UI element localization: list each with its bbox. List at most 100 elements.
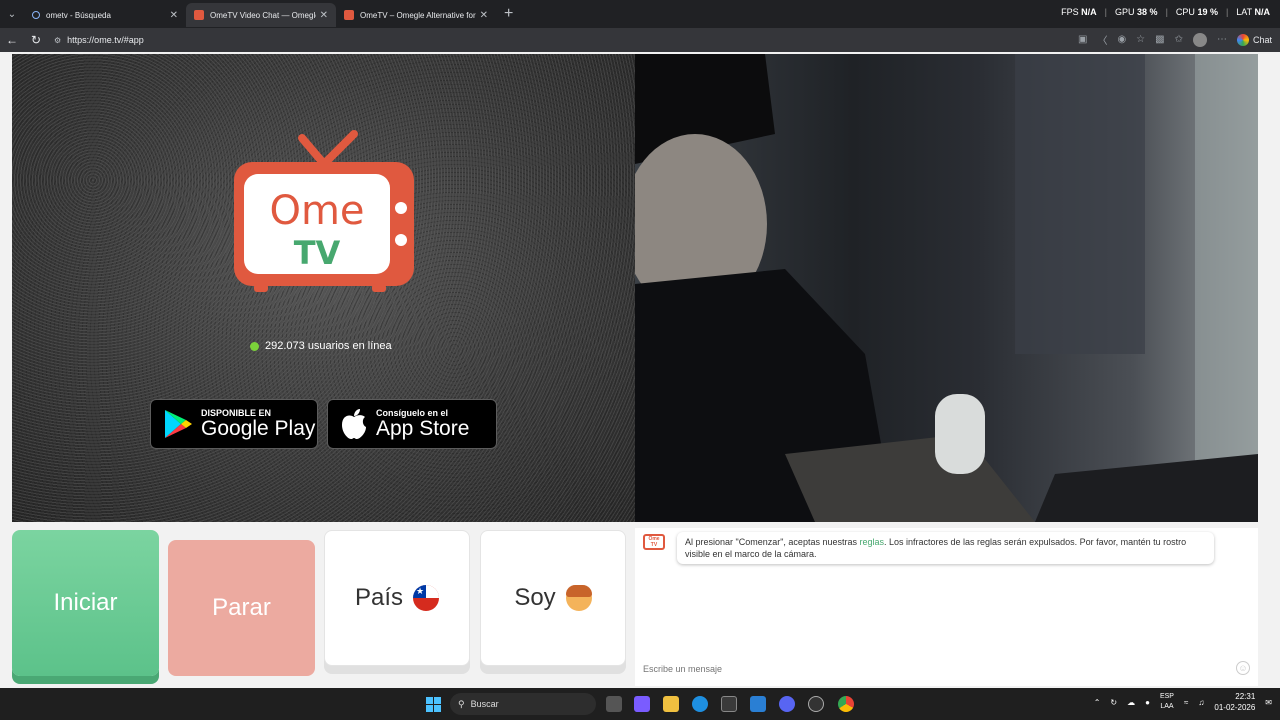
google-play-icon	[165, 410, 192, 438]
ometv-favicon-icon	[344, 10, 354, 20]
camera-permission-icon[interactable]: ◉	[1117, 34, 1126, 45]
site-info-icon[interactable]: ⚙	[54, 36, 61, 45]
close-tab-icon[interactable]: ✕	[170, 10, 178, 21]
sidebar-icon[interactable]: ▩	[1155, 34, 1164, 45]
search-favicon-icon	[32, 11, 40, 19]
rules-notice-message: Al presionar "Comenzar", aceptas nuestra…	[677, 532, 1214, 564]
tray-chevron-icon[interactable]: ⌃	[1094, 698, 1101, 707]
new-tab-plus-icon[interactable]: +	[504, 5, 513, 23]
google-play-badge[interactable]: DISPONIBLE EN Google Play	[150, 399, 318, 449]
tab-title: OmeTV – Omegle Alternative for	[360, 10, 476, 20]
tab-title: ometv - Búsqueda	[46, 10, 111, 20]
gender-label: Soy	[514, 584, 556, 611]
close-tab-icon[interactable]: ✕	[480, 10, 488, 21]
self-camera-video	[635, 54, 1258, 522]
ometv-logo-icon: Ome TV	[234, 130, 414, 292]
close-tab-icon[interactable]: ✕	[320, 10, 328, 21]
chrome-icon[interactable]	[838, 696, 854, 712]
country-button[interactable]: País ★	[324, 530, 470, 666]
logo-tv-text: TV	[294, 234, 341, 272]
search-label: Buscar	[470, 699, 499, 709]
lat-label: LAT	[1236, 7, 1252, 17]
online-counter: 292.073 usuarios en línea	[250, 340, 392, 352]
tab-ometv-video-chat[interactable]: OmeTV Video Chat — Omegle ✕	[186, 3, 336, 27]
translate-icon[interactable]: 〈	[1097, 32, 1107, 47]
volume-icon[interactable]: ♫	[1198, 698, 1204, 707]
steam-icon[interactable]	[808, 696, 824, 712]
fps-value: N/A	[1081, 7, 1097, 17]
google-play-big: Google Play	[201, 417, 316, 440]
webcam-feed	[635, 54, 1258, 522]
address-bar: ← ↻ ⚙ https://ome.tv/#app ▣ 〈 ◉ ☆ ▩ ✩ ⋯ …	[0, 28, 1280, 52]
message-input[interactable]	[635, 656, 1258, 682]
stop-button[interactable]: Parar	[168, 540, 315, 676]
more-menu-icon[interactable]: ⋯	[1217, 34, 1227, 45]
rules-link[interactable]: reglas	[859, 537, 884, 547]
fps-label: FPS	[1061, 7, 1079, 17]
onedrive-icon[interactable]: ☁	[1127, 698, 1135, 707]
gender-button[interactable]: Soy	[480, 530, 626, 666]
online-status-icon	[250, 341, 259, 351]
lat-value: N/A	[1254, 7, 1271, 17]
chile-flag-icon: ★	[413, 585, 440, 611]
discord-icon[interactable]	[779, 696, 795, 712]
windows-taskbar: ⚲ Buscar ⌃ ↻ ☁ ● ESP LAA ≈ ♫ 22:31 01-02…	[0, 688, 1280, 720]
lang-bottom: LAA	[1160, 703, 1174, 710]
sync-icon[interactable]: ↻	[1110, 698, 1117, 707]
wifi-icon[interactable]: ≈	[1184, 698, 1188, 707]
tab-title: OmeTV Video Chat — Omegle	[210, 10, 316, 20]
tab-ometv-busqueda[interactable]: ometv - Búsqueda ✕	[24, 3, 186, 27]
microphone-icon[interactable]: ●	[1145, 698, 1150, 707]
app-store-big: App Store	[376, 417, 470, 440]
taskbar-search[interactable]: ⚲ Buscar	[450, 693, 596, 715]
url-field[interactable]: ⚙ https://ome.tv/#app	[54, 35, 144, 45]
toolbar-right: ▣ 〈 ◉ ☆ ▩ ✩ ⋯ Chat	[1078, 32, 1272, 47]
store-icon[interactable]	[721, 696, 737, 712]
reload-icon[interactable]: ↻	[24, 33, 48, 47]
back-arrow-icon[interactable]: ←	[0, 33, 24, 47]
country-label: País	[354, 584, 404, 611]
mail-icon[interactable]	[750, 696, 766, 712]
clock-time: 22:31	[1235, 692, 1256, 701]
bookmark-star-icon[interactable]: ☆	[1136, 34, 1145, 45]
gpu-value: 38 %	[1137, 7, 1158, 17]
gpu-label: GPU	[1115, 7, 1135, 17]
chat-panel: Ome TV Al presionar "Comenzar", aceptas n…	[635, 528, 1258, 686]
clock[interactable]: 22:31 01-02-2026	[1214, 691, 1255, 713]
boy-emoji-icon	[565, 585, 592, 611]
lang-top: ESP	[1159, 693, 1174, 700]
performance-overlay: FPS N/A | GPU 38 % | CPU 19 % | LAT N/A	[1061, 7, 1270, 17]
copilot-app-icon[interactable]	[634, 696, 650, 712]
url-text: https://ome.tv/#app	[67, 35, 144, 45]
page-scrollbar[interactable]	[1270, 52, 1278, 688]
file-explorer-icon[interactable]	[663, 696, 679, 712]
tab-list-chevron-icon[interactable]: ⌄	[0, 0, 24, 28]
tab-ometv-alternative[interactable]: OmeTV – Omegle Alternative for ✕	[336, 3, 496, 27]
clock-date: 01-02-2026	[1214, 703, 1256, 712]
ometv-favicon-icon	[194, 10, 204, 20]
search-icon: ⚲	[458, 698, 465, 709]
stop-label: Parar	[212, 594, 271, 621]
browser-tab-bar: ⌄ ometv - Búsqueda ✕ OmeTV Video Chat — …	[0, 0, 1280, 28]
edge-icon[interactable]	[692, 696, 708, 712]
notifications-icon[interactable]: ✉	[1265, 698, 1272, 707]
copilot-chat-button[interactable]: Chat	[1236, 33, 1272, 46]
install-app-icon[interactable]: ▣	[1078, 34, 1087, 45]
language-indicator[interactable]: ESP LAA	[1160, 692, 1174, 712]
partner-video-area: Ome TV 292.073 usuarios en línea DISPONI…	[12, 54, 635, 522]
app-store-badge[interactable]: Consíguelo en el App Store	[327, 399, 497, 449]
notice-pre-text: Al presionar "Comenzar", aceptas nuestra…	[685, 537, 860, 547]
chat-label: Chat	[1252, 34, 1272, 45]
task-view-icon[interactable]	[606, 696, 622, 712]
favorites-icon[interactable]: ✩	[1175, 34, 1183, 45]
start-button[interactable]: Iniciar	[12, 530, 159, 676]
system-tray: ⌃ ↻ ☁ ● ESP LAA ≈ ♫ 22:31 01-02-2026 ✉	[1094, 691, 1272, 713]
emoji-picker-icon[interactable]: ☺	[1236, 661, 1250, 675]
cpu-label: CPU	[1175, 7, 1195, 17]
start-menu-icon[interactable]	[426, 697, 441, 712]
start-label: Iniciar	[53, 589, 118, 616]
logo-ome-text: Ome	[269, 188, 364, 234]
profile-avatar[interactable]	[1192, 32, 1207, 47]
copilot-icon	[1236, 33, 1249, 46]
ometv-page: Ome TV 292.073 usuarios en línea DISPONI…	[0, 52, 1280, 688]
